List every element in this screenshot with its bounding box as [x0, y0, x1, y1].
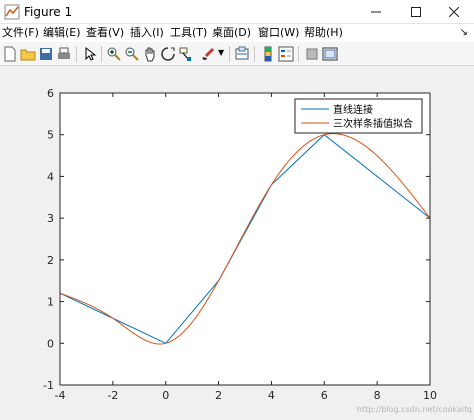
menu-insert[interactable]: 插入(I): [130, 26, 164, 40]
y-tick-label: 0: [47, 337, 54, 350]
x-tick-label: 6: [321, 389, 328, 402]
minimize-button[interactable]: [358, 0, 394, 24]
toolbar-separator: [76, 46, 77, 62]
pan-hand-icon[interactable]: [142, 46, 158, 62]
close-button[interactable]: [436, 0, 472, 24]
open-file-icon[interactable]: [20, 46, 36, 62]
maximize-button[interactable]: [398, 0, 434, 24]
menu-window[interactable]: 窗口(W): [258, 26, 299, 40]
minimize-icon: [371, 11, 381, 13]
zoom-out-icon[interactable]: [124, 46, 140, 62]
zoom-in-icon[interactable]: [106, 46, 122, 62]
edit-plot-arrow-icon[interactable]: [82, 46, 98, 62]
x-tick-label: -2: [107, 389, 118, 402]
toolbar-separator: [254, 46, 255, 62]
brush-dropdown-arrow-icon[interactable]: ▼: [218, 48, 224, 57]
matlab-figure-icon: [4, 4, 20, 20]
show-plot-tools-icon[interactable]: [322, 46, 338, 62]
menu-dock-arrow-icon[interactable]: ↘: [460, 27, 468, 38]
menu-help[interactable]: 帮助(H): [304, 26, 343, 40]
window-title: Figure 1: [24, 5, 73, 19]
y-tick-label: -1: [43, 379, 54, 392]
legend[interactable]: 直线连接三次样条插值拟合: [294, 98, 423, 134]
x-tick-label: 2: [215, 389, 222, 402]
figure-canvas: -4 -2 0 2 4 6 8 10 -1 0 1 2 3 4 5 6 直线连接 三次样条插值拟合 http:/…: [0, 66, 474, 420]
brush-icon[interactable]: [200, 46, 216, 62]
y-tick-label: 6: [47, 87, 54, 100]
hide-plot-tools-icon[interactable]: [304, 46, 320, 62]
x-tick-label: 10: [423, 389, 437, 402]
x-tick-label: 8: [374, 389, 381, 402]
insert-colorbar-icon[interactable]: [260, 46, 276, 62]
toolbar-separator: [298, 46, 299, 62]
menu-tools[interactable]: 工具(T): [170, 26, 207, 40]
y-tick-label: 3: [47, 212, 54, 225]
maximize-icon: [411, 7, 421, 17]
rotate-3d-icon[interactable]: [160, 46, 176, 62]
x-tick-label: 4: [268, 389, 275, 402]
y-tick-label: 4: [47, 170, 54, 183]
menu-desktop[interactable]: 桌面(D): [212, 26, 251, 40]
print-icon[interactable]: [56, 46, 72, 62]
plot-svg: -4 -2 0 2 4 6 8 10 -1 0 1 2 3 4 5 6 直线连接三次样条插值拟合 http:/…: [43, 87, 472, 414]
legend-label-1: 直线连接: [333, 103, 373, 116]
watermark-text: http://blog.csdn.net/cookaifq: [357, 405, 472, 414]
close-icon: [449, 7, 459, 17]
x-tick-label: 0: [162, 389, 169, 402]
menu-view[interactable]: 查看(V): [86, 26, 124, 40]
save-icon[interactable]: [38, 46, 54, 62]
figure-toolbar: ▼: [0, 42, 474, 66]
x-tick-label: -4: [55, 389, 66, 402]
title-bar: Figure 1: [0, 0, 474, 24]
menu-bar: 文件(F) 编辑(E) 查看(V) 插入(I) 工具(T) 桌面(D) 窗口(W…: [0, 24, 474, 42]
data-cursor-icon[interactable]: [178, 46, 194, 62]
new-figure-icon[interactable]: [2, 46, 18, 62]
menu-edit[interactable]: 编辑(E): [43, 26, 81, 40]
link-plot-icon[interactable]: [234, 46, 250, 62]
insert-legend-icon[interactable]: [278, 46, 294, 62]
axes-background[interactable]: [60, 93, 430, 385]
y-tick-label: 5: [47, 129, 54, 142]
menu-file[interactable]: 文件(F): [2, 26, 39, 40]
toolbar-separator: [229, 46, 230, 62]
y-tick-label: 1: [47, 296, 54, 309]
toolbar-separator: [101, 46, 102, 62]
legend-label-2: 三次样条插值拟合: [333, 117, 413, 130]
y-tick-label: 2: [47, 254, 54, 267]
